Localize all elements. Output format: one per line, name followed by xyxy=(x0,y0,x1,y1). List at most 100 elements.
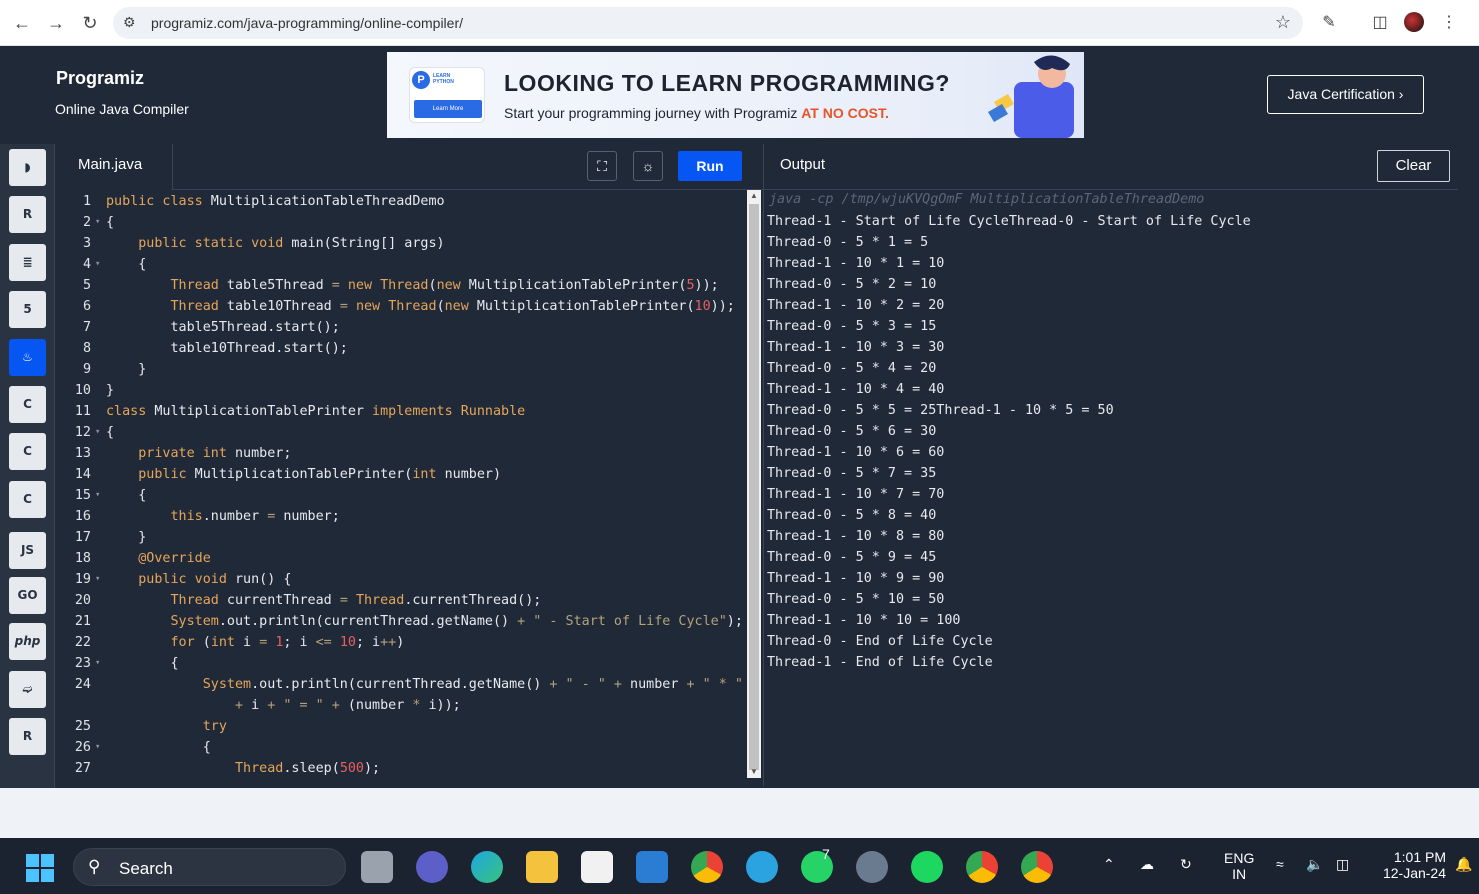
fold-arrow-icon[interactable]: ▾ xyxy=(95,742,100,752)
php-icon[interactable]: php xyxy=(9,623,46,660)
scrollbar-thumb[interactable] xyxy=(749,204,759,770)
microsoft-store-icon[interactable] xyxy=(581,851,613,883)
spotify-icon[interactable] xyxy=(911,851,943,883)
code-line[interactable]: { xyxy=(106,215,114,230)
ad-banner[interactable]: P LEARN PYTHON Learn More LOOKING TO LEA… xyxy=(387,52,1084,138)
extensions-icon[interactable]: ✎ xyxy=(1318,12,1340,34)
code-line[interactable]: Thread currentThread = Thread.currentThr… xyxy=(106,593,542,608)
code-line[interactable]: } xyxy=(106,362,146,377)
csharp-icon[interactable]: C xyxy=(9,481,46,518)
code-line[interactable]: try xyxy=(106,719,227,734)
clock[interactable]: 1:01 PM 12-Jan-24 xyxy=(1374,849,1446,881)
code-line[interactable]: { xyxy=(106,740,211,755)
fold-arrow-icon[interactable]: ▾ xyxy=(95,259,100,269)
code-line[interactable]: { xyxy=(106,425,114,440)
profile-avatar[interactable] xyxy=(1404,12,1424,32)
code-line[interactable]: System.out.println(currentThread.getName… xyxy=(106,677,743,692)
learn-more-button[interactable]: Learn More xyxy=(414,100,482,118)
output-console[interactable]: java -cp /tmp/wjuKVQgOmF MultiplicationT… xyxy=(763,190,1458,786)
scroll-down-arrow-icon[interactable]: ▼ xyxy=(747,766,761,778)
code-line[interactable]: Thread table10Thread = new Thread(new Mu… xyxy=(106,299,735,314)
code-line[interactable]: @Override xyxy=(106,551,211,566)
wifi-icon[interactable]: ≈ xyxy=(1276,856,1284,872)
fold-arrow-icon[interactable]: ▾ xyxy=(95,658,100,668)
file-explorer-icon[interactable] xyxy=(526,851,558,883)
fold-arrow-icon[interactable]: ▾ xyxy=(95,427,100,437)
code-line[interactable]: class MultiplicationTablePrinter impleme… xyxy=(106,404,525,419)
windows-start-icon[interactable] xyxy=(26,854,54,882)
python-icon[interactable]: ◗ xyxy=(9,149,46,186)
fullscreen-icon[interactable]: ⛶ xyxy=(587,151,617,181)
volume-icon[interactable]: 🔈 xyxy=(1306,856,1323,873)
language-indicator[interactable]: ENG IN xyxy=(1224,850,1254,882)
file-tab-main-java[interactable]: Main.java xyxy=(55,144,173,190)
teams-chat-icon[interactable] xyxy=(416,851,448,883)
edge-browser-icon[interactable] xyxy=(471,851,503,883)
battery-icon[interactable]: ◫ xyxy=(1336,856,1349,873)
code-line[interactable]: Thread table5Thread = new Thread(new Mul… xyxy=(106,278,719,293)
code-line[interactable]: private int number; xyxy=(106,446,291,461)
code-line[interactable]: System.out.println(currentThread.getName… xyxy=(106,614,743,629)
line-number: 4 xyxy=(82,257,91,272)
fold-arrow-icon[interactable]: ▾ xyxy=(95,217,100,227)
java-icon[interactable]: ♨ xyxy=(9,339,46,376)
code-line[interactable]: public MultiplicationTablePrinter(int nu… xyxy=(106,467,501,482)
line-number: 13 xyxy=(74,446,91,461)
c-language-icon[interactable]: C xyxy=(9,386,46,423)
code-line[interactable]: { xyxy=(106,656,178,671)
site-settings-icon[interactable]: ⚙ xyxy=(123,14,136,31)
reload-icon[interactable]: ↻ xyxy=(78,11,102,35)
telegram-icon[interactable] xyxy=(746,851,778,883)
code-line[interactable]: table10Thread.start(); xyxy=(106,341,347,356)
code-line[interactable]: } xyxy=(106,530,146,545)
go-icon[interactable]: GO xyxy=(9,577,46,614)
code-line[interactable]: + i + " = " + (number * i)); xyxy=(106,698,461,713)
code-line[interactable]: Thread.sleep(500); xyxy=(106,761,380,776)
clear-button[interactable]: Clear xyxy=(1377,150,1450,182)
code-line[interactable]: table5Thread.start(); xyxy=(106,320,339,335)
chevron-up-icon[interactable]: ⌃ xyxy=(1103,856,1115,873)
code-line[interactable]: } xyxy=(106,383,114,398)
scroll-up-arrow-icon[interactable]: ▲ xyxy=(747,190,761,202)
task-view-icon[interactable] xyxy=(361,851,393,883)
line-number: 22 xyxy=(74,635,91,650)
theme-toggle-sun-icon[interactable]: ☼ xyxy=(633,151,663,181)
fold-arrow-icon[interactable]: ▾ xyxy=(95,490,100,500)
rust-icon[interactable]: R xyxy=(9,718,46,755)
sync-icon[interactable]: ↻ xyxy=(1180,856,1192,873)
chrome-icon[interactable] xyxy=(691,851,723,883)
side-panel-icon[interactable]: ◫ xyxy=(1369,12,1391,34)
html5-icon[interactable]: 5 xyxy=(9,291,46,328)
fold-arrow-icon[interactable]: ▾ xyxy=(95,574,100,584)
cpp-icon[interactable]: C xyxy=(9,433,46,470)
settings-gear-icon[interactable] xyxy=(856,851,888,883)
sql-database-icon[interactable]: ≣ xyxy=(9,244,46,281)
run-button[interactable]: Run xyxy=(678,151,742,181)
code-line[interactable]: public class MultiplicationTableThreadDe… xyxy=(106,194,445,209)
code-line[interactable]: for (int i = 1; i <= 10; i++) xyxy=(106,635,405,650)
mail-icon[interactable] xyxy=(636,851,668,883)
code-line[interactable]: { xyxy=(106,488,146,503)
r-language-icon[interactable]: R xyxy=(9,196,46,233)
swift-icon[interactable]: ➫ xyxy=(9,671,46,708)
forward-icon[interactable]: → xyxy=(44,11,68,35)
javascript-icon[interactable]: JS xyxy=(9,532,46,569)
chrome-profile-icon[interactable] xyxy=(966,851,998,883)
code-line[interactable]: public void run() { xyxy=(106,572,291,587)
programiz-logo[interactable]: Programiz xyxy=(56,68,144,89)
notification-bell-icon[interactable]: 🔔 xyxy=(1455,856,1472,873)
editor-scrollbar[interactable]: ▲ ▼ xyxy=(747,190,761,778)
chrome-profile-2-icon[interactable] xyxy=(1021,851,1053,883)
code-line[interactable]: { xyxy=(106,257,146,272)
code-editor[interactable]: 1 public class MultiplicationTableThreadD… xyxy=(55,190,747,786)
java-certification-button[interactable]: Java Certification › xyxy=(1267,75,1424,114)
back-icon[interactable]: ← xyxy=(10,11,34,35)
taskbar-search[interactable]: ⚲ Search xyxy=(73,848,346,886)
address-bar[interactable]: ⚙ programiz.com/java-programming/online-… xyxy=(113,7,1303,39)
onedrive-cloud-icon[interactable]: ☁ xyxy=(1140,856,1154,873)
menu-kebab-icon[interactable]: ⋮ xyxy=(1438,12,1460,34)
bookmark-star-icon[interactable]: ☆ xyxy=(1275,12,1291,33)
code-line[interactable]: public static void main(String[] args) xyxy=(106,236,444,251)
line-number: 14 xyxy=(74,467,91,482)
code-line[interactable]: this.number = number; xyxy=(106,509,340,524)
